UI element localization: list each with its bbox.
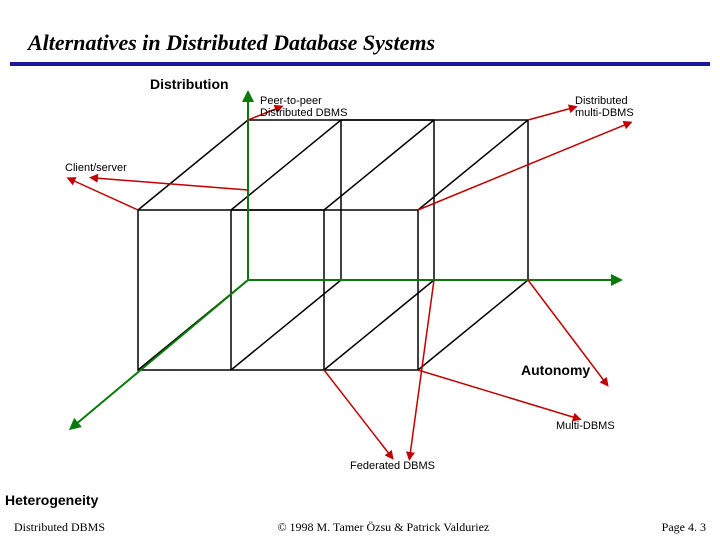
- client-server-label: Client/server: [65, 162, 127, 174]
- slide: Alternatives in Distributed Database Sys…: [0, 0, 720, 540]
- arrow-dmd-top: [528, 108, 572, 120]
- multi-dbms-label: Multi-DBMS: [556, 420, 615, 432]
- footer-center: © 1998 M. Tamer Özsu & Patrick Valduriez: [277, 520, 489, 535]
- red-arrows: [72, 108, 627, 455]
- footer-right: Page 4. 3: [662, 520, 706, 535]
- autonomy-axis-label: Autonomy: [521, 362, 590, 378]
- arrow-client-server-front: [72, 180, 138, 210]
- distributed-multi-label: Distributedmulti-DBMS: [575, 95, 634, 119]
- p2p-dbms-label: Peer-to-peerDistributed DBMS: [260, 95, 347, 119]
- heterogeneity-axis-label: Heterogeneity: [5, 492, 98, 508]
- arrow-client-server-back: [95, 178, 248, 190]
- axis-heterogeneity: [75, 280, 248, 425]
- arrow-federated-back: [410, 280, 434, 455]
- footer: Distributed DBMS © 1998 M. Tamer Özsu & …: [0, 514, 720, 540]
- diagram-canvas: [0, 0, 720, 540]
- footer-left: Distributed DBMS: [14, 520, 105, 535]
- distribution-axis-label: Distribution: [150, 76, 229, 92]
- arrow-federated-front: [324, 370, 390, 455]
- federated-dbms-label: Federated DBMS: [350, 460, 435, 472]
- cube-wireframe: [138, 120, 528, 370]
- arrow-dmd-front: [418, 124, 627, 210]
